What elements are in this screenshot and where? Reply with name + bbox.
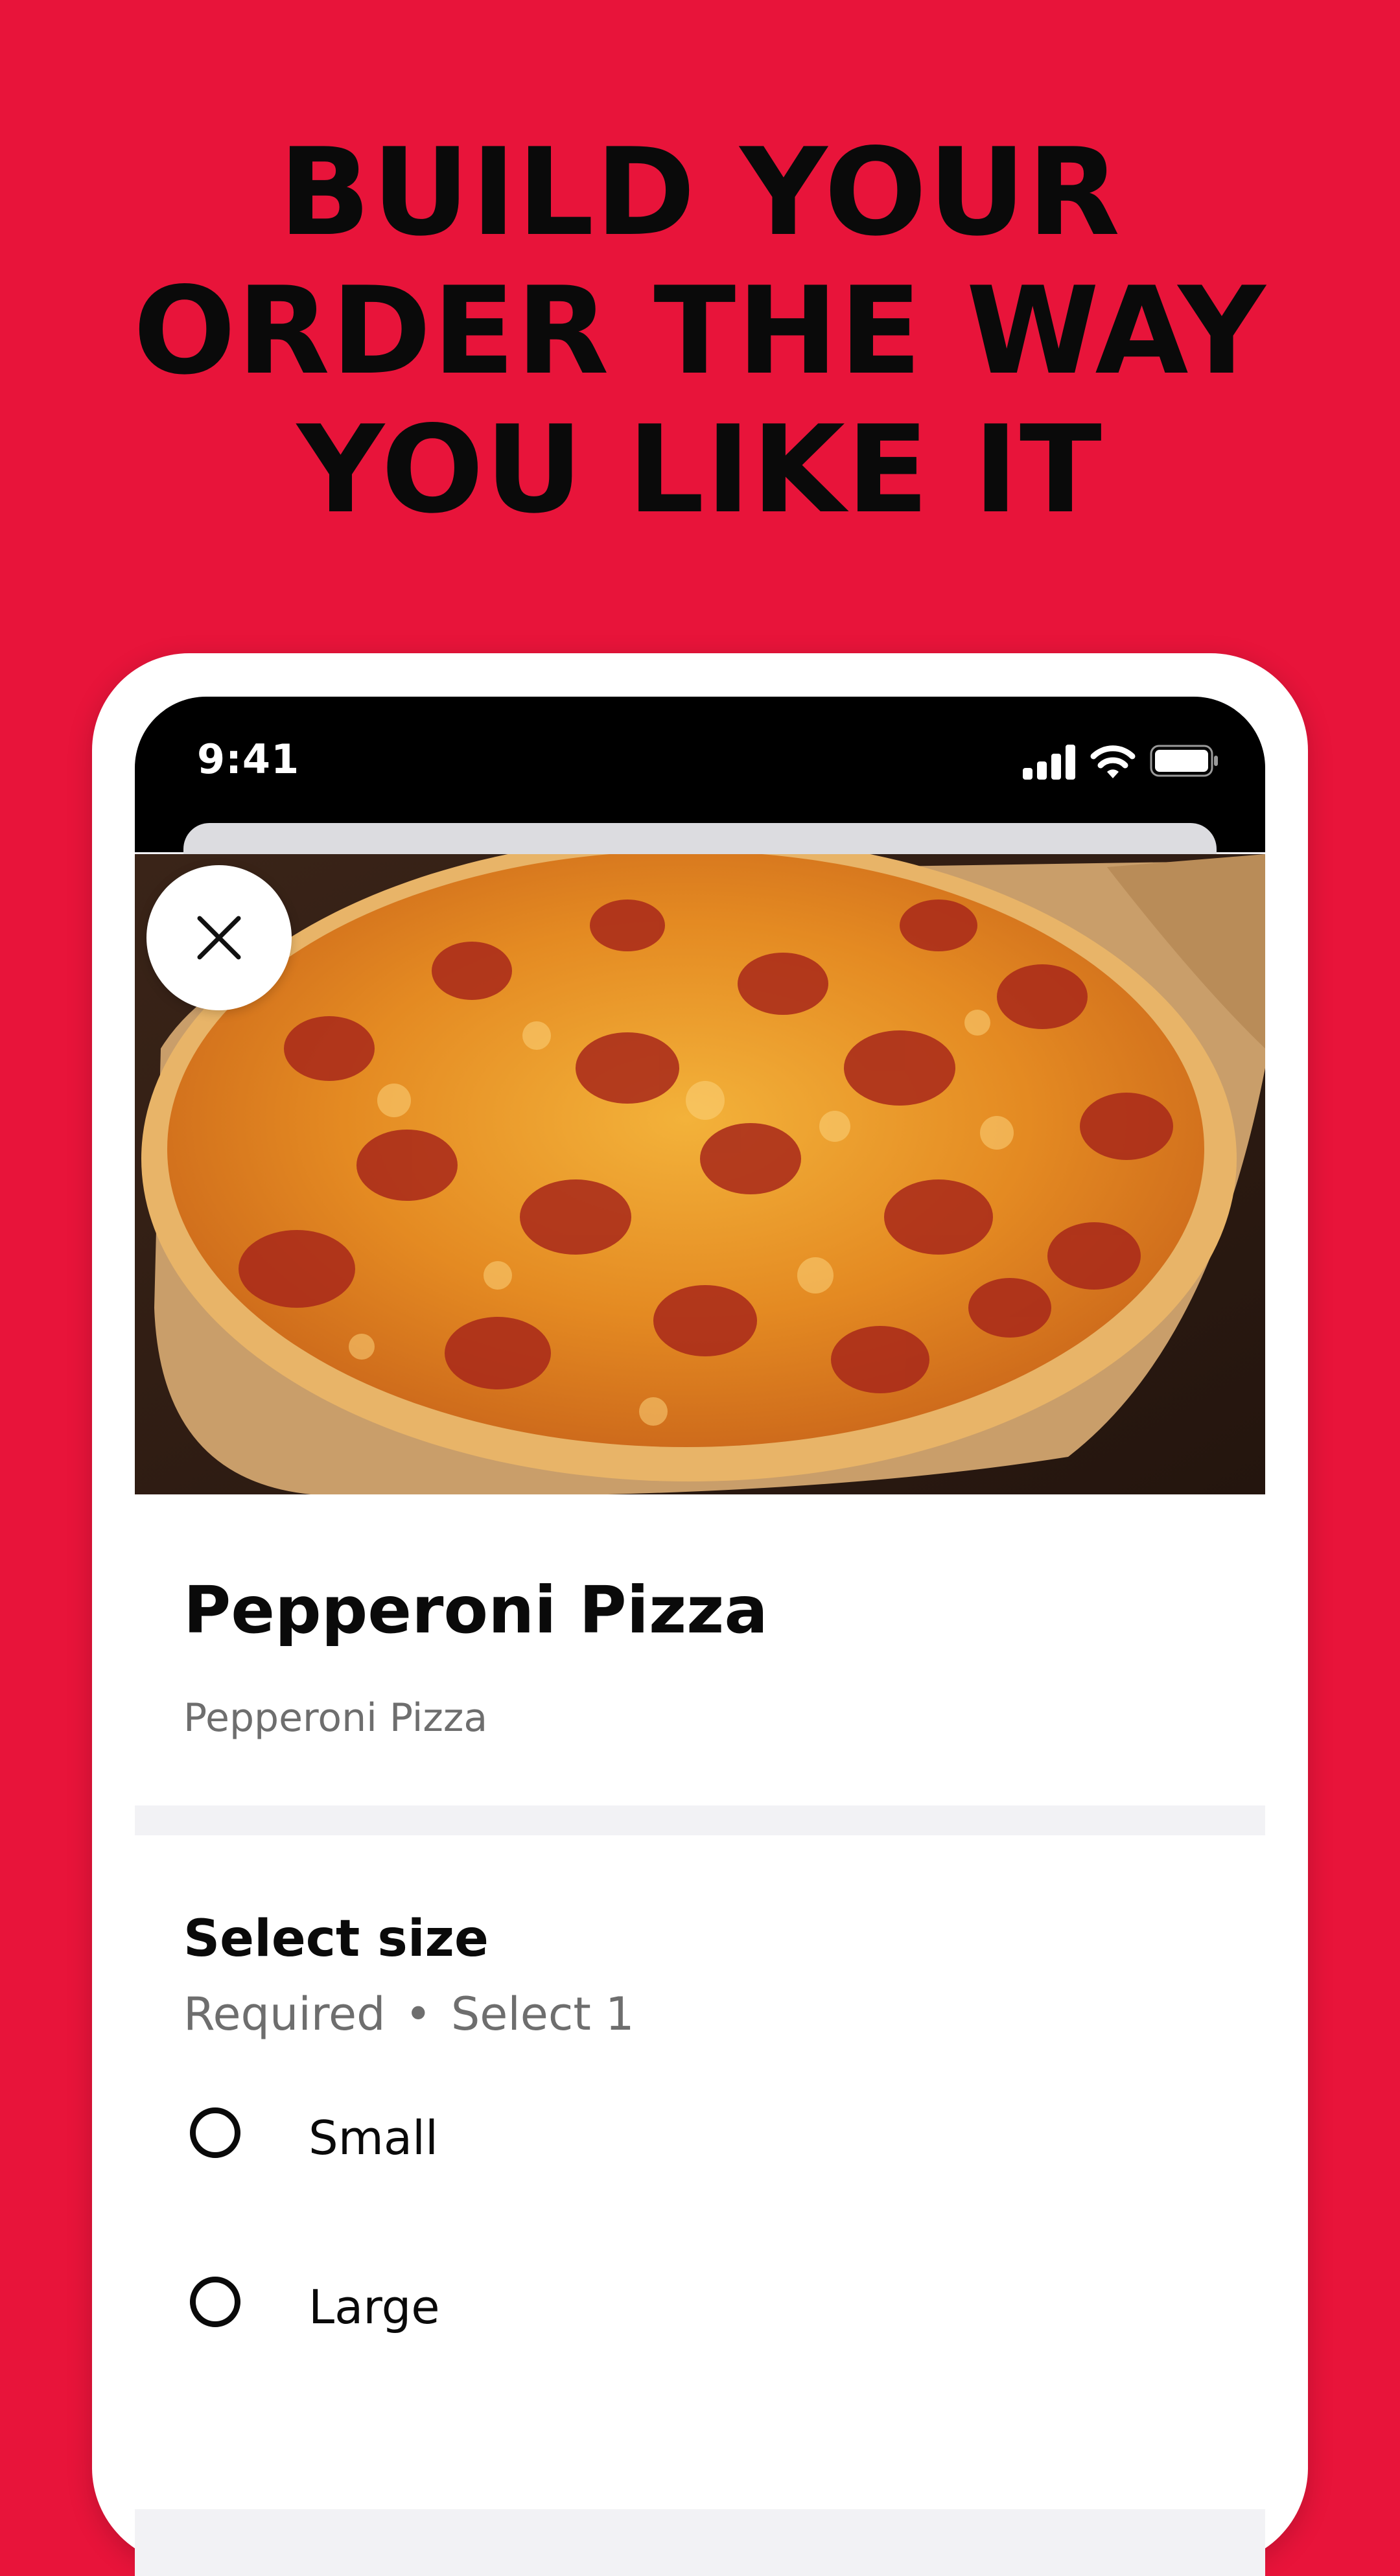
item-name: Pepperoni Pizza bbox=[183, 1572, 768, 1648]
status-icons bbox=[1023, 743, 1220, 782]
headline-line-3: YOU LIKE IT bbox=[297, 399, 1103, 540]
separator-dot: • bbox=[404, 1988, 432, 2041]
phone-screen: 9:41 Pepperoni Pizza Pepperoni Pizza Sel… bbox=[135, 697, 1265, 2576]
pizza-image bbox=[135, 854, 1265, 1494]
battery-icon bbox=[1150, 745, 1220, 777]
wifi-icon bbox=[1090, 742, 1136, 781]
status-time: 9:41 bbox=[197, 736, 300, 783]
item-header-card: Pepperoni Pizza Pepperoni Pizza bbox=[135, 1494, 1265, 1805]
size-selector-title: Select size bbox=[183, 1910, 489, 1968]
radio-button-large[interactable] bbox=[190, 2277, 240, 2327]
close-button[interactable] bbox=[146, 865, 292, 1010]
select-hint: Select 1 bbox=[450, 1988, 635, 2041]
size-option-large[interactable]: Large bbox=[183, 2247, 1217, 2364]
required-label: Required bbox=[183, 1988, 386, 2041]
promo-headline: BUILD YOUR ORDER THE WAY YOU LIKE IT bbox=[0, 123, 1400, 539]
size-selector-card: Select size Required • Select 1 Small Larg… bbox=[135, 1835, 1265, 2509]
signal-icon bbox=[1023, 743, 1079, 780]
size-option-label: Large bbox=[309, 2280, 440, 2334]
headline-line-2: ORDER THE WAY bbox=[133, 261, 1267, 401]
size-option-small[interactable]: Small bbox=[183, 2078, 1217, 2195]
close-icon bbox=[197, 916, 241, 960]
size-option-label: Small bbox=[309, 2111, 438, 2165]
headline-line-1: BUILD YOUR bbox=[278, 122, 1122, 262]
size-selector-subtitle: Required • Select 1 bbox=[183, 1988, 635, 2041]
item-description: Pepperoni Pizza bbox=[183, 1695, 488, 1741]
radio-button-small[interactable] bbox=[190, 2107, 240, 2158]
